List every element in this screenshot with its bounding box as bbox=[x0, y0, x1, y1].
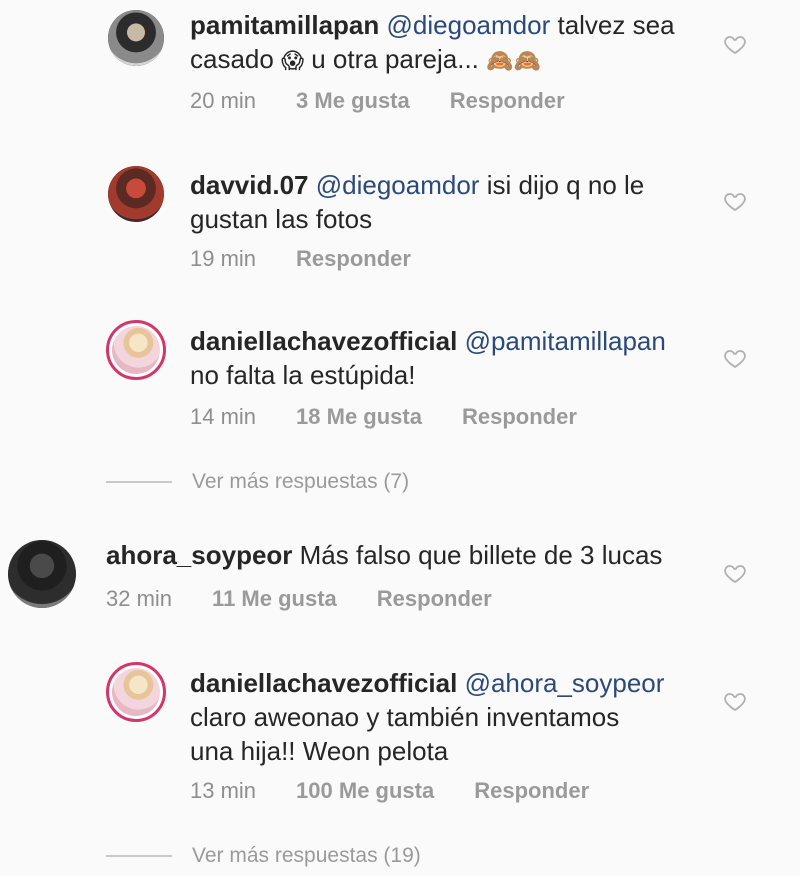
view-more-replies-button[interactable]: Ver más respuestas (7) bbox=[106, 470, 409, 494]
avatar-with-story-ring[interactable] bbox=[106, 320, 166, 380]
comment-meta: 14 min 18 Me gusta Responder bbox=[190, 404, 617, 430]
view-more-replies-button[interactable]: Ver más respuestas (19) bbox=[106, 844, 421, 868]
avatar[interactable] bbox=[108, 10, 164, 66]
comment-body: no falta la estúpida! bbox=[190, 360, 416, 390]
likes-count[interactable]: 11 Me gusta bbox=[212, 586, 337, 612]
screaming-face-emoji: 😱 bbox=[281, 48, 305, 73]
comment-meta: 13 min 100 Me gusta Responder bbox=[190, 778, 629, 804]
view-more-replies-label: Ver más respuestas (7) bbox=[192, 470, 410, 493]
comment-body: claro aweonao y también inventamos bbox=[190, 702, 620, 732]
avatar[interactable] bbox=[108, 166, 164, 222]
comment-body-line2: casado bbox=[190, 44, 274, 74]
mention-link[interactable]: @pamitamillapan bbox=[465, 326, 666, 356]
view-more-replies-label: Ver más respuestas (19) bbox=[192, 844, 421, 867]
divider-line bbox=[106, 481, 172, 483]
comment-text: pamitamillapan @diegoamdor talvez sea ca… bbox=[190, 8, 675, 78]
username[interactable]: ahora_soypeor bbox=[106, 540, 292, 570]
heart-outline-icon[interactable] bbox=[723, 189, 747, 213]
see-no-evil-monkey-emoji: 🙈🙈 bbox=[486, 48, 541, 73]
comment-body: talvez sea bbox=[557, 10, 675, 40]
timestamp: 32 min bbox=[106, 586, 173, 611]
username[interactable]: pamitamillapan bbox=[190, 10, 379, 40]
comment-meta: 19 min Responder bbox=[190, 246, 451, 272]
heart-outline-icon[interactable] bbox=[723, 561, 747, 585]
mention-link[interactable]: @diegoamdor bbox=[387, 10, 551, 40]
comment-body: Más falso que billete de 3 lucas bbox=[299, 540, 663, 570]
likes-count[interactable]: 18 Me gusta bbox=[296, 404, 422, 430]
timestamp: 13 min bbox=[190, 778, 257, 803]
username[interactable]: daniellachavezofficial bbox=[190, 326, 457, 356]
likes-count[interactable]: 3 Me gusta bbox=[296, 88, 410, 114]
reply-button[interactable]: Responder bbox=[474, 778, 589, 804]
heart-outline-icon[interactable] bbox=[723, 32, 747, 56]
timestamp: 14 min bbox=[190, 404, 257, 429]
comment-meta: 20 min 3 Me gusta Responder bbox=[190, 88, 605, 114]
reply-button[interactable]: Responder bbox=[296, 246, 411, 272]
heart-outline-icon[interactable] bbox=[723, 346, 747, 370]
username[interactable]: davvid.07 bbox=[190, 170, 309, 200]
avatar-with-story-ring[interactable] bbox=[106, 662, 166, 722]
comment-meta: 32 min 11 Me gusta Responder bbox=[106, 586, 532, 612]
comment-body: isi dijo q no le bbox=[486, 170, 645, 200]
reply-button[interactable]: Responder bbox=[450, 88, 565, 114]
timestamp: 19 min bbox=[190, 246, 257, 271]
username[interactable]: daniellachavezofficial bbox=[190, 668, 457, 698]
reply-button[interactable]: Responder bbox=[377, 586, 492, 612]
comment-text: davvid.07 @diegoamdor isi dijo q no le g… bbox=[190, 168, 644, 236]
mention-link[interactable]: @diegoamdor bbox=[316, 170, 480, 200]
reply-button[interactable]: Responder bbox=[462, 404, 577, 430]
comment-text: daniellachavezofficial @pamitamillapan n… bbox=[190, 324, 666, 392]
comment-body-line3: una hija!! Weon pelota bbox=[190, 736, 449, 766]
avatar[interactable] bbox=[8, 540, 76, 608]
comment-body-line2b: u otra pareja... bbox=[311, 44, 479, 74]
comment-text: daniellachavezofficial @ahora_soypeor cl… bbox=[190, 666, 664, 768]
likes-count[interactable]: 100 Me gusta bbox=[296, 778, 434, 804]
timestamp: 20 min bbox=[190, 88, 257, 113]
comment-text: ahora_soypeor Más falso que billete de 3… bbox=[106, 538, 662, 572]
mention-link[interactable]: @ahora_soypeor bbox=[465, 668, 665, 698]
comment-body-line2: gustan las fotos bbox=[190, 204, 373, 234]
divider-line bbox=[106, 855, 172, 857]
heart-outline-icon[interactable] bbox=[723, 689, 747, 713]
